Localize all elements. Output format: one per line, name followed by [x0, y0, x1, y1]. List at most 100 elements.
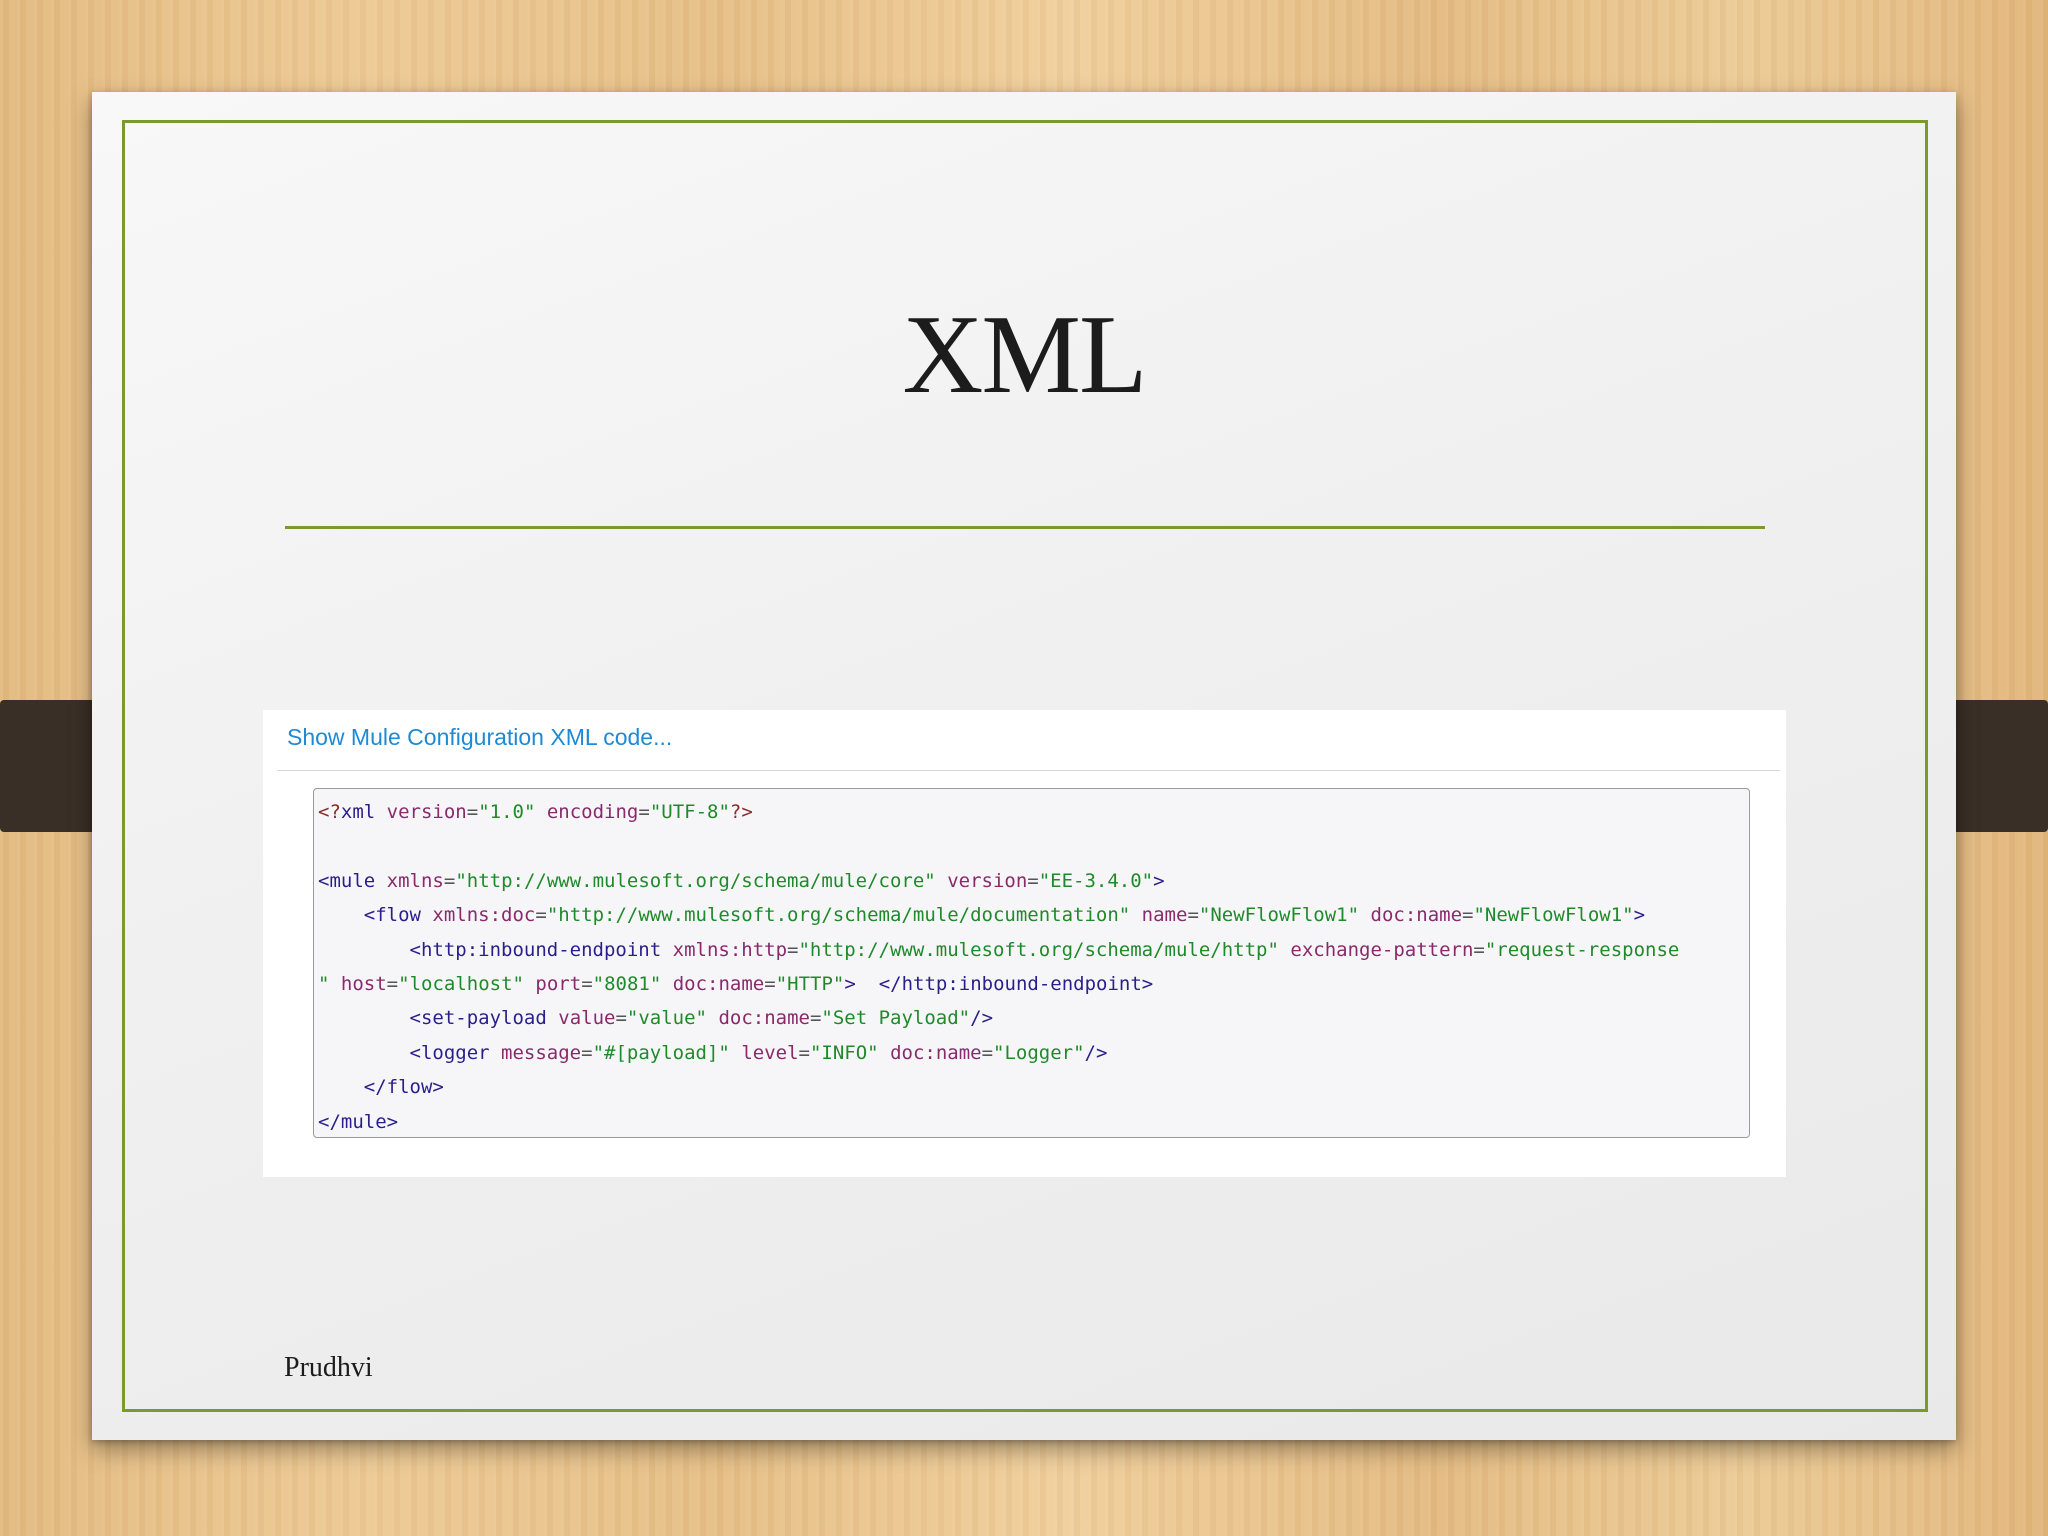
- code-token: =: [638, 801, 650, 823]
- code-token: xml: [340, 801, 376, 823]
- code-token: "http://www.mulesoft.org/schema/mule/cor…: [455, 869, 936, 892]
- code-token: doc:name: [672, 972, 765, 995]
- code-token: version: [947, 869, 1028, 892]
- code-token: =: [615, 1007, 627, 1030]
- code-line: </mule>: [318, 1105, 1745, 1137]
- code-token: </mule>: [318, 1110, 399, 1133]
- code-token: "INFO": [809, 1041, 879, 1064]
- code-token: =: [1473, 938, 1485, 961]
- code-token: </http:inbound-endpoint>: [878, 972, 1154, 995]
- code-token: "Logger": [993, 1041, 1085, 1064]
- code-token: "1.0": [478, 801, 536, 823]
- code-token: >: [1633, 904, 1646, 927]
- code-token: <set-payload: [409, 1007, 547, 1030]
- code-token: "NewFlowFlow1": [1473, 904, 1634, 927]
- code-token: =: [764, 972, 776, 995]
- code-token: version: [386, 801, 467, 823]
- code-token: =: [981, 1041, 994, 1064]
- code-token: exchange-pattern: [1290, 938, 1474, 961]
- code-token: =: [1462, 904, 1474, 927]
- code-token: "http://www.mulesoft.org/schema/mule/htt…: [798, 938, 1279, 961]
- code-token: encoding: [546, 801, 639, 823]
- code-token: value: [558, 1007, 616, 1030]
- code-line: <http:inbound-endpoint xmlns:http="http:…: [318, 933, 1745, 967]
- code-token: "HTTP": [775, 972, 845, 995]
- code-token: "NewFlowFlow1": [1198, 904, 1360, 927]
- code-token: "Set Payload": [821, 1007, 971, 1030]
- code-token: >: [1153, 869, 1165, 892]
- code-token: =: [535, 904, 547, 927]
- code-token: "localhost": [398, 972, 524, 995]
- code-line: <?xml version="1.0" encoding="UTF-8"?>: [318, 795, 1745, 829]
- code-token: "http://www.mulesoft.org/schema/mule/doc…: [546, 904, 1131, 927]
- code-token: port: [535, 972, 582, 995]
- title-divider: [285, 526, 1765, 529]
- code-token: =: [787, 938, 799, 961]
- code-token: "EE-3.4.0": [1038, 869, 1154, 892]
- code-token: message: [501, 1041, 582, 1064]
- code-token: xmlns:http: [672, 938, 788, 961]
- code-token: =: [581, 972, 593, 995]
- code-line: </flow>: [318, 1070, 1745, 1104]
- code-token: doc:name: [890, 1041, 982, 1064]
- code-token: <http:inbound-endpoint: [409, 938, 662, 961]
- code-token: ?>: [729, 801, 753, 823]
- show-xml-code-link[interactable]: Show Mule Configuration XML code...: [287, 724, 672, 751]
- code-token: doc:name: [718, 1007, 810, 1030]
- code-token: name: [1141, 904, 1188, 927]
- code-token: =: [466, 801, 479, 823]
- code-token: >: [844, 972, 856, 995]
- code-token: xmlns: [386, 869, 444, 892]
- code-token: "request-response: [1484, 938, 1680, 961]
- code-token: =: [443, 869, 456, 892]
- code-line: " host="localhost" port="8081" doc:name=…: [318, 967, 1745, 1001]
- code-panel: Show Mule Configuration XML code... <?xm…: [263, 710, 1786, 1177]
- code-token: <logger: [409, 1041, 490, 1064]
- code-token: =: [386, 972, 399, 995]
- code-token: "#[payload]": [592, 1041, 730, 1064]
- code-token: =: [1027, 869, 1039, 892]
- code-token: />: [1084, 1041, 1108, 1064]
- panel-divider: [277, 770, 1780, 771]
- code-token: "UTF-8": [649, 801, 730, 823]
- code-token: <flow: [363, 904, 421, 927]
- xml-code-block: <?xml version="1.0" encoding="UTF-8"?> <m…: [313, 788, 1750, 1138]
- code-token: <mule: [318, 869, 376, 892]
- code-token: =: [1187, 904, 1199, 927]
- code-line: <mule xmlns="http://www.mulesoft.org/sch…: [318, 864, 1745, 898]
- code-token: ": [318, 972, 330, 995]
- code-token: level: [741, 1041, 799, 1064]
- slide-title: XML: [902, 293, 1148, 417]
- footer-author: Prudhvi: [284, 1352, 373, 1383]
- code-token: =: [809, 1007, 822, 1030]
- code-token: xmlns:doc: [432, 904, 536, 927]
- code-token: doc:name: [1370, 904, 1463, 927]
- code-line: <logger message="#[payload]" level="INFO…: [318, 1036, 1745, 1070]
- code-token: "value": [626, 1007, 707, 1030]
- code-line: <flow xmlns:doc="http://www.mulesoft.org…: [318, 898, 1745, 932]
- code-token: host: [340, 972, 387, 995]
- code-token: =: [581, 1041, 593, 1064]
